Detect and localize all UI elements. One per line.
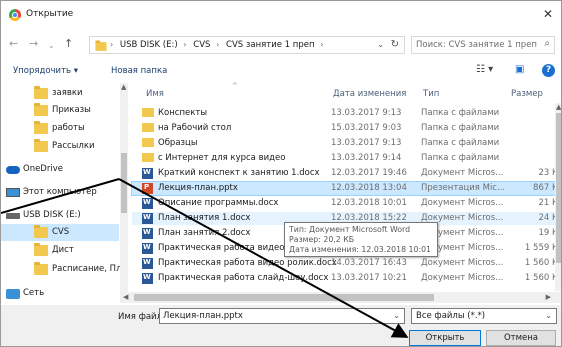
column-size[interactable]: Размер bbox=[511, 89, 543, 99]
sidebar-item[interactable]: работы bbox=[1, 120, 119, 137]
folder-icon bbox=[34, 243, 48, 256]
horizontal-scroll-thumb[interactable] bbox=[134, 294, 434, 301]
sidebar-item-network[interactable]: Сеть bbox=[1, 285, 119, 302]
up-arrow-icon[interactable]: ↑ bbox=[64, 37, 73, 51]
folder-icon bbox=[142, 153, 154, 162]
word-doc-icon bbox=[142, 198, 153, 209]
breadcrumb-current[interactable]: CVS занятие 1 преп bbox=[226, 40, 315, 50]
navigation-pane: заявки Приказы работы Рассылки OneDrive … bbox=[1, 83, 128, 303]
file-list: ^ Имя Дата изменения Тип Размер Конспект… bbox=[131, 82, 561, 303]
scroll-up-icon[interactable]: ▲ bbox=[556, 103, 561, 111]
usb-drive-icon bbox=[6, 213, 20, 219]
chevron-down-icon[interactable]: ⌄ bbox=[393, 311, 400, 320]
nav-scrollbar[interactable]: ▲ bbox=[120, 83, 128, 292]
computer-icon bbox=[6, 188, 20, 197]
sidebar-item[interactable]: Дист bbox=[1, 242, 119, 259]
folder-icon bbox=[34, 86, 48, 99]
recent-locations-icon[interactable]: ⌄ bbox=[48, 39, 55, 53]
column-type[interactable]: Тип bbox=[423, 89, 439, 99]
folder-icon bbox=[34, 225, 48, 238]
column-date[interactable]: Дата изменения bbox=[333, 89, 406, 99]
sidebar-item[interactable]: Рассылки bbox=[1, 138, 119, 155]
folder-icon bbox=[34, 139, 48, 152]
forward-arrow-icon[interactable]: → bbox=[29, 37, 38, 51]
folder-icon bbox=[34, 103, 48, 116]
word-doc-icon bbox=[142, 228, 153, 239]
nav-scroll-thumb[interactable] bbox=[121, 153, 127, 213]
sort-arrow-icon: ^ bbox=[232, 82, 238, 90]
back-arrow-icon[interactable]: ← bbox=[9, 37, 18, 51]
folder-icon bbox=[142, 138, 154, 147]
help-icon[interactable]: ? bbox=[542, 64, 555, 77]
file-row[interactable]: Описание программы.docx 12.03.2018 10:01… bbox=[132, 197, 561, 210]
filename-input[interactable]: Лекция-план.pptx ⌄ bbox=[159, 308, 405, 324]
folder-icon bbox=[142, 108, 154, 117]
file-row-selected[interactable]: Лекция-план.pptx 12.03.2018 13:04 Презен… bbox=[131, 181, 561, 196]
sidebar-item[interactable]: заявки bbox=[1, 85, 119, 102]
open-button[interactable]: Открыть bbox=[409, 330, 481, 346]
search-icon: ⌕ bbox=[544, 38, 550, 49]
filetype-value: Все файлы (*.*) bbox=[416, 311, 486, 321]
search-placeholder: Поиск: CVS занятие 1 преп bbox=[416, 40, 537, 50]
sidebar-item-this-pc[interactable]: Этот компьютер bbox=[1, 184, 119, 201]
horizontal-scrollbar[interactable]: ◀ ▶ bbox=[120, 292, 561, 303]
filetype-select[interactable]: Все файлы (*.*) ⌄ bbox=[411, 308, 557, 324]
filename-value: Лекция-план.pptx bbox=[163, 311, 243, 321]
sidebar-item[interactable]: Приказы bbox=[1, 102, 119, 119]
sidebar-item-usb[interactable]: USB DISK (E:) bbox=[1, 207, 119, 224]
folder-icon bbox=[142, 123, 154, 132]
preview-pane-icon[interactable]: ▣ bbox=[515, 64, 524, 75]
word-doc-icon bbox=[142, 243, 153, 254]
file-row[interactable]: Краткий конспект к занятию 1.docx 12.03.… bbox=[132, 167, 561, 180]
folder-icon bbox=[34, 262, 48, 275]
cloud-icon bbox=[6, 166, 20, 174]
network-icon bbox=[6, 289, 20, 299]
scroll-up-icon[interactable]: ▲ bbox=[121, 83, 126, 91]
new-folder-button[interactable]: Новая папка bbox=[111, 66, 167, 76]
scroll-left-icon[interactable]: ◀ bbox=[123, 293, 128, 301]
refresh-icon[interactable]: ↻ bbox=[391, 39, 399, 50]
file-row[interactable]: Образцы 13.03.2017 9:13 Папка с файлами bbox=[132, 137, 561, 150]
organize-button[interactable]: Упорядочить ▾ bbox=[13, 66, 78, 76]
window-title: Открытие bbox=[26, 9, 74, 19]
file-row[interactable]: на Рабочий стол 15.03.2017 9:03 Папка с … bbox=[132, 122, 561, 135]
word-doc-icon bbox=[142, 213, 153, 224]
sidebar-item-cvs[interactable]: CVS bbox=[1, 224, 119, 241]
file-list-scrollbar[interactable]: ▲ bbox=[555, 103, 561, 291]
file-info-tooltip: Тип: Документ Microsoft Word Размер: 20,… bbox=[284, 222, 438, 257]
breadcrumb-cvs[interactable]: CVS bbox=[193, 40, 210, 50]
search-input[interactable]: Поиск: CVS занятие 1 преп ⌕ bbox=[411, 36, 555, 54]
sidebar-item-onedrive[interactable]: OneDrive bbox=[1, 161, 119, 178]
file-scroll-thumb[interactable] bbox=[556, 113, 561, 263]
file-row[interactable]: Практическая работа слайд-шоу.docx 13.03… bbox=[132, 272, 561, 285]
powerpoint-icon bbox=[142, 183, 153, 194]
chrome-icon bbox=[9, 9, 21, 21]
word-doc-icon bbox=[142, 168, 153, 179]
scroll-right-icon[interactable]: ▶ bbox=[546, 293, 551, 301]
file-row[interactable]: Конспекты 13.03.2017 9:13 Папка с файлам… bbox=[132, 107, 561, 120]
close-button[interactable]: ✕ bbox=[539, 5, 557, 23]
address-bar[interactable]: › USB DISK (E:) › CVS › CVS занятие 1 пр… bbox=[89, 36, 405, 54]
open-file-dialog: Открытие ✕ ← → ⌄ ↑ › USB DISK (E:) › CVS… bbox=[0, 0, 562, 347]
column-name[interactable]: Имя bbox=[146, 89, 164, 99]
breadcrumb: › USB DISK (E:) › CVS › CVS занятие 1 пр… bbox=[110, 40, 324, 50]
file-row[interactable]: с Интернет для курса видео 13.03.2017 9:… bbox=[132, 152, 561, 165]
file-row[interactable]: Практическая работа видео ролик.docx 14.… bbox=[132, 257, 561, 270]
command-bar: Упорядочить ▾ Новая папка ☷ ▾ ▣ ? bbox=[1, 61, 561, 81]
folder-icon bbox=[95, 40, 107, 51]
title-bar: Открытие ✕ bbox=[1, 1, 561, 29]
chevron-down-icon[interactable]: ⌄ bbox=[545, 311, 552, 320]
view-options-icon[interactable]: ☷ ▾ bbox=[476, 64, 493, 75]
word-doc-icon bbox=[142, 258, 153, 269]
breadcrumb-usb[interactable]: USB DISK (E:) bbox=[120, 40, 178, 50]
folder-icon bbox=[34, 121, 48, 134]
chevron-down-icon[interactable]: ⌄ bbox=[377, 40, 384, 49]
word-doc-icon bbox=[142, 273, 153, 284]
cancel-button[interactable]: Отмена bbox=[486, 330, 556, 346]
navigation-bar: ← → ⌄ ↑ › USB DISK (E:) › CVS › CVS заня… bbox=[1, 33, 561, 57]
column-headers: ^ Имя Дата изменения Тип Размер bbox=[132, 82, 561, 103]
sidebar-item[interactable]: Расписание, Пл bbox=[1, 261, 122, 278]
